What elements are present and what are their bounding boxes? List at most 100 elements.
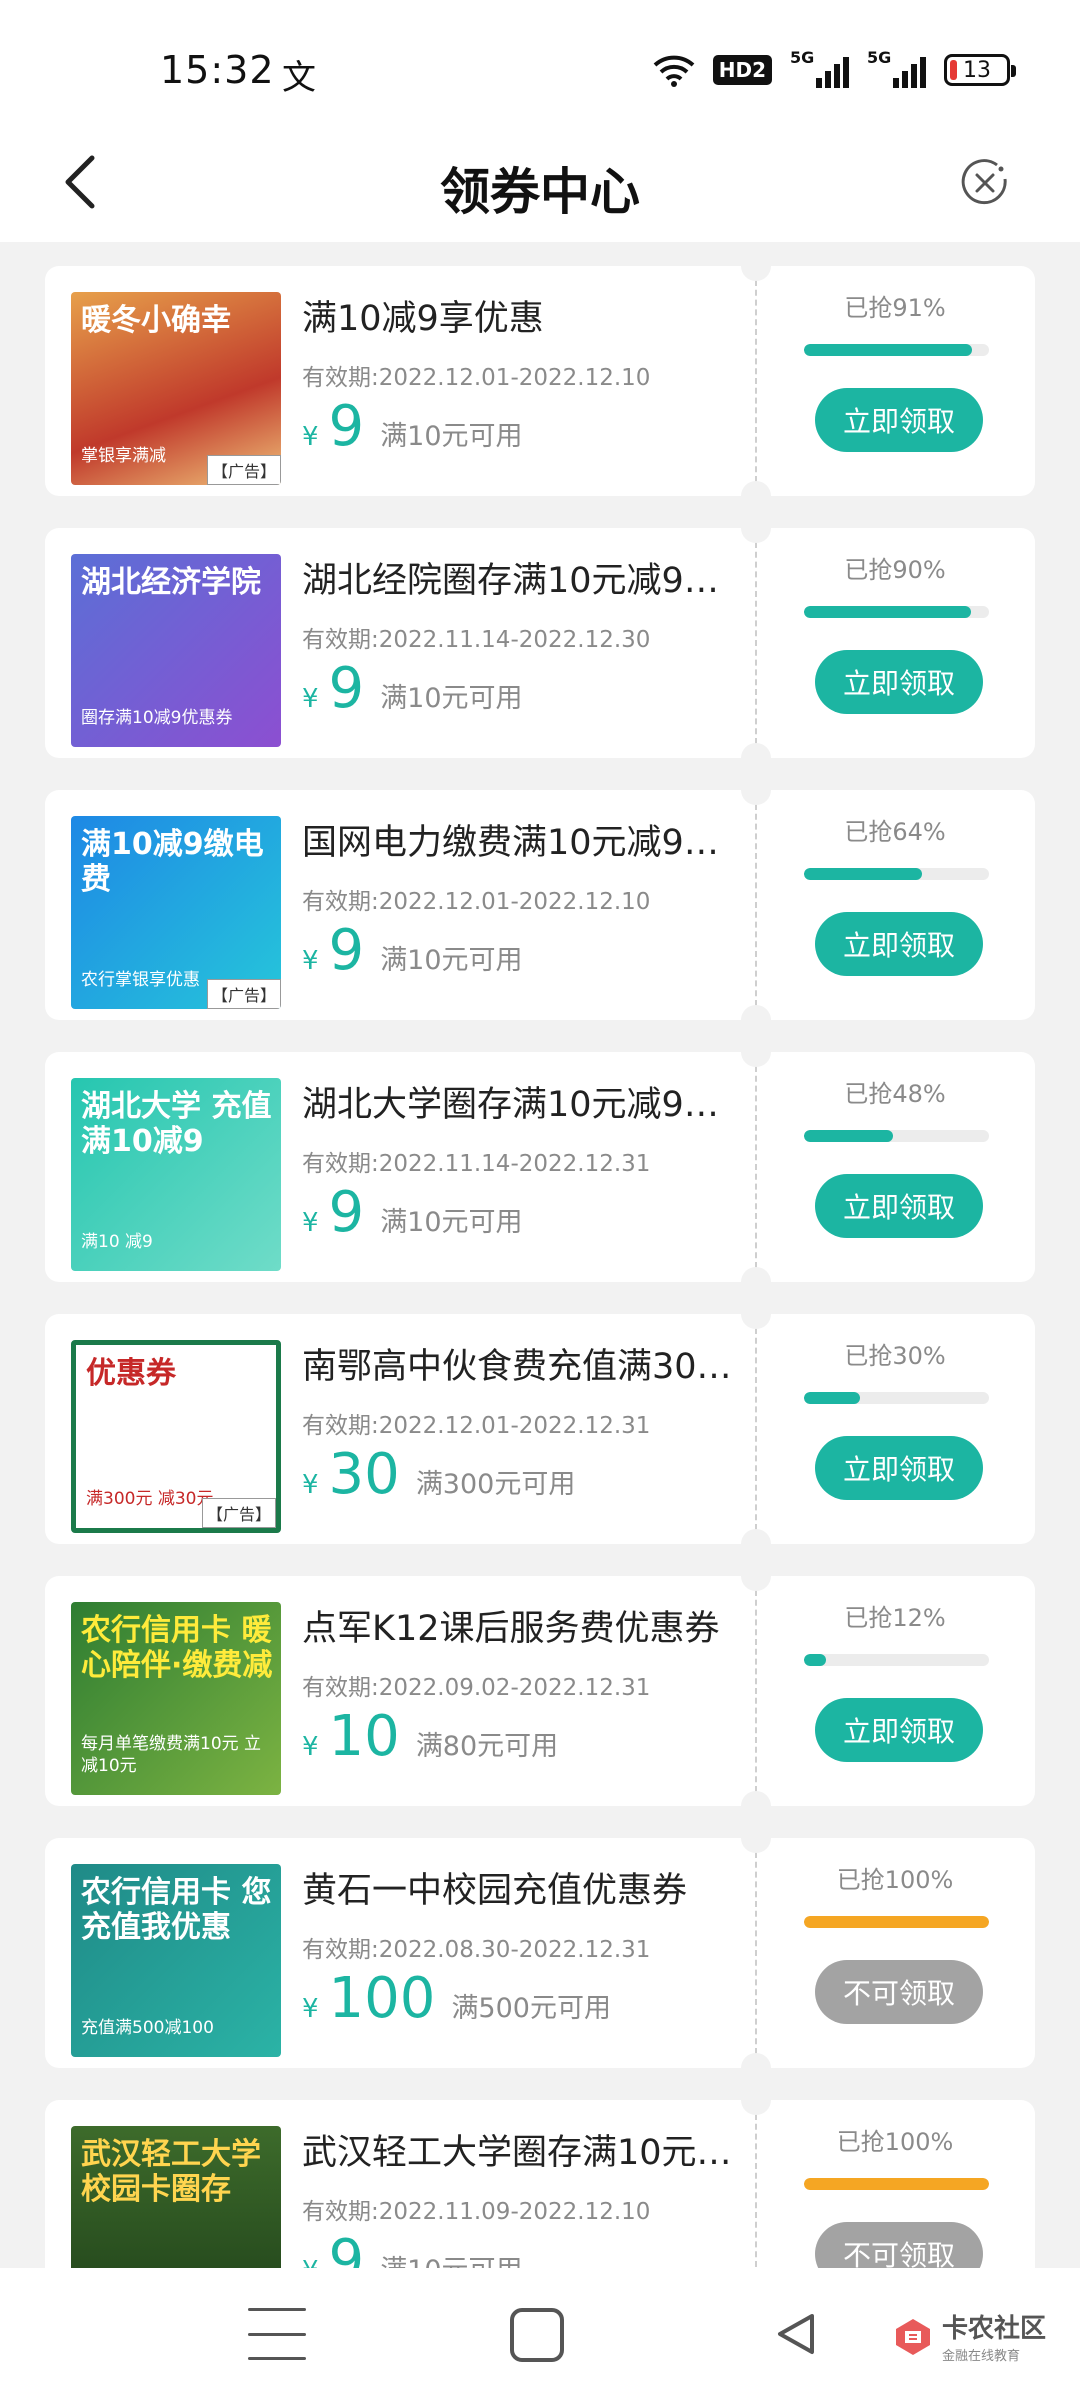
coupon-thumbnail[interactable]: 满10减9缴电费 农行掌银享优惠 【广告】 bbox=[71, 816, 281, 1009]
thumbnail-subline: 每月单笔缴费满10元 立减10元 bbox=[81, 1733, 262, 1776]
progress-fill bbox=[804, 1654, 827, 1666]
perforation-divider bbox=[755, 1852, 757, 2054]
coupon-title: 武汉轻工大学圈存满10元减9元优惠券 bbox=[302, 2133, 742, 2173]
coupon-condition: 满10元可用 bbox=[380, 2248, 522, 2268]
claim-button[interactable]: 不可领取 bbox=[815, 1960, 983, 2024]
claim-button[interactable]: 立即领取 bbox=[815, 388, 983, 452]
coupon-thumbnail[interactable]: 农行信用卡 您充值我优惠 充值满500减100 bbox=[71, 1864, 281, 2057]
thumbnail-headline: 农行信用卡 暖心陪伴·缴费减 bbox=[81, 1613, 273, 1683]
progress-fill bbox=[804, 1916, 989, 1928]
coupon-amount: 9 bbox=[328, 394, 365, 459]
currency-symbol: ¥ bbox=[302, 1208, 319, 1238]
signal-icon: 5G bbox=[790, 48, 849, 88]
coupon-validity: 有效期:2022.11.14-2022.12.30 bbox=[302, 627, 651, 653]
battery-icon: 13 bbox=[944, 54, 1016, 86]
thumbnail-subline: 满10 减9 bbox=[81, 1231, 153, 1252]
claimed-percentage: 已抢12% bbox=[844, 1604, 946, 1632]
claim-button[interactable]: 立即领取 bbox=[815, 1436, 983, 1500]
currency-symbol: ¥ bbox=[302, 1470, 319, 1500]
coupon-price: ¥ 9 满10元可用 bbox=[302, 656, 523, 721]
coupon-amount: 30 bbox=[328, 1442, 400, 1507]
watermark-logo-icon bbox=[896, 2319, 930, 2355]
progress-fill bbox=[804, 1392, 860, 1404]
progress-fill bbox=[804, 344, 973, 356]
coupon-list[interactable]: 暖冬小确幸 掌银享满减 【广告】 满10减9享优惠 有效期:2022.12.01… bbox=[0, 242, 1080, 2268]
currency-symbol: ¥ bbox=[302, 2256, 319, 2268]
perforation-divider bbox=[755, 804, 757, 1006]
thumbnail-headline: 湖北经济学院 bbox=[81, 565, 261, 600]
ad-badge: 【广告】 bbox=[206, 455, 281, 485]
coupon-amount: 9 bbox=[328, 918, 365, 983]
status-time: 15:32 bbox=[160, 48, 275, 92]
close-button[interactable] bbox=[950, 148, 1020, 218]
coupon-card: 农行信用卡 暖心陪伴·缴费减 每月单笔缴费满10元 立减10元 点军K12课后服… bbox=[45, 1561, 1035, 1821]
wifi-icon bbox=[653, 53, 695, 87]
coupon-price: ¥ 10 满80元可用 bbox=[302, 1704, 558, 1769]
currency-symbol: ¥ bbox=[302, 1732, 319, 1762]
claimed-progress-bar bbox=[804, 1130, 989, 1142]
coupon-title: 黄石一中校园充值优惠券 bbox=[302, 1871, 688, 1911]
coupon-card: 优惠券 满300元 减30元 【广告】 南鄂高中伙食费充值满300元减30元 有… bbox=[45, 1299, 1035, 1559]
progress-fill bbox=[804, 1130, 893, 1142]
claim-button[interactable]: 立即领取 bbox=[815, 1698, 983, 1762]
claimed-progress-bar bbox=[804, 2178, 989, 2190]
coupon-validity: 有效期:2022.12.01-2022.12.10 bbox=[302, 889, 651, 915]
coupon-thumbnail[interactable]: 武汉轻工大学校园卡圈存 满10减9优惠券 bbox=[71, 2126, 281, 2268]
close-circle-icon bbox=[961, 159, 1007, 205]
coupon-card: 暖冬小确幸 掌银享满减 【广告】 满10减9享优惠 有效期:2022.12.01… bbox=[45, 251, 1035, 511]
claimed-progress-bar bbox=[804, 1654, 989, 1666]
coupon-thumbnail[interactable]: 优惠券 满300元 减30元 【广告】 bbox=[71, 1340, 281, 1533]
ad-badge: 【广告】 bbox=[206, 979, 281, 1009]
coupon-price: ¥ 9 满10元可用 bbox=[302, 394, 523, 459]
coupon-card: 农行信用卡 您充值我优惠 充值满500减100 黄石一中校园充值优惠券 有效期:… bbox=[45, 1823, 1035, 2083]
claimed-progress-bar bbox=[804, 868, 989, 880]
coupon-title: 南鄂高中伙食费充值满300元减30元 bbox=[302, 1347, 742, 1387]
coupon-title: 湖北经院圈存满10元减9元优惠券 bbox=[302, 561, 742, 601]
thumbnail-subline: 圈存满10减9优惠券 bbox=[81, 707, 233, 728]
progress-fill bbox=[804, 868, 923, 880]
coupon-card: 满10减9缴电费 农行掌银享优惠 【广告】 国网电力缴费满10元减9元优惠券 有… bbox=[45, 775, 1035, 1035]
back-triangle-icon[interactable] bbox=[768, 2304, 828, 2364]
coupon-condition: 满10元可用 bbox=[380, 421, 523, 452]
coupon-thumbnail[interactable]: 湖北大学 充值满10减9 满10 减9 bbox=[71, 1078, 281, 1271]
coupon-amount: 9 bbox=[328, 656, 365, 721]
coupon-validity: 有效期:2022.11.09-2022.12.10 bbox=[302, 2199, 651, 2225]
claim-button[interactable]: 立即领取 bbox=[815, 650, 983, 714]
perforation-divider bbox=[755, 280, 757, 482]
home-icon[interactable] bbox=[510, 2308, 564, 2362]
signal-icon-2: 5G bbox=[867, 48, 926, 88]
coupon-amount: 9 bbox=[328, 1180, 365, 1245]
coupon-amount: 100 bbox=[328, 1966, 436, 2031]
coupon-price: ¥ 30 满300元可用 bbox=[302, 1442, 575, 1507]
coupon-title: 点军K12课后服务费优惠券 bbox=[302, 1609, 720, 1649]
coupon-condition: 满10元可用 bbox=[380, 1207, 523, 1238]
perforation-divider bbox=[755, 1328, 757, 1530]
currency-symbol: ¥ bbox=[302, 422, 319, 452]
menu-icon[interactable] bbox=[248, 2308, 306, 2360]
claim-button[interactable]: 立即领取 bbox=[815, 1174, 983, 1238]
claim-button[interactable]: 立即领取 bbox=[815, 912, 983, 976]
hd-voice-icon: HD2 bbox=[712, 55, 772, 85]
thumbnail-headline: 暖冬小确幸 bbox=[81, 303, 231, 338]
thumbnail-headline: 武汉轻工大学校园卡圈存 bbox=[81, 2137, 261, 2207]
battery-level: 13 bbox=[963, 57, 991, 83]
currency-symbol: ¥ bbox=[302, 1994, 319, 2024]
coupon-price: ¥ 9 满10元可用 bbox=[302, 1180, 523, 1245]
coupon-card: 湖北大学 充值满10减9 满10 减9 湖北大学圈存满10元减9元优惠券 有效期… bbox=[45, 1037, 1035, 1297]
claimed-percentage: 已抢48% bbox=[844, 1080, 946, 1108]
ad-badge: 【广告】 bbox=[201, 1498, 276, 1528]
coupon-price: ¥ 9 满10元可用 bbox=[302, 2228, 523, 2268]
coupon-thumbnail[interactable]: 暖冬小确幸 掌银享满减 【广告】 bbox=[71, 292, 281, 485]
currency-symbol: ¥ bbox=[302, 684, 319, 714]
coupon-card: 武汉轻工大学校园卡圈存 满10减9优惠券 武汉轻工大学圈存满10元减9元优惠券 … bbox=[45, 2085, 1035, 2268]
thumbnail-subline: 充值满500减100 bbox=[81, 2017, 214, 2038]
watermark: 卡农社区 金融在线教育 bbox=[892, 2308, 1046, 2364]
claim-button[interactable]: 不可领取 bbox=[815, 2222, 983, 2268]
claimed-percentage: 已抢64% bbox=[844, 818, 946, 846]
status-bar: 15:32 文 HD2 5G 5G 13 bbox=[0, 0, 1080, 130]
coupon-thumbnail[interactable]: 农行信用卡 暖心陪伴·缴费减 每月单笔缴费满10元 立减10元 bbox=[71, 1602, 281, 1795]
thumbnail-headline: 湖北大学 充值满10减9 bbox=[81, 1089, 272, 1159]
coupon-condition: 满10元可用 bbox=[380, 945, 523, 976]
coupon-thumbnail[interactable]: 湖北经济学院 圈存满10减9优惠券 bbox=[71, 554, 281, 747]
status-indicators: HD2 5G 5G 13 bbox=[653, 48, 1016, 88]
